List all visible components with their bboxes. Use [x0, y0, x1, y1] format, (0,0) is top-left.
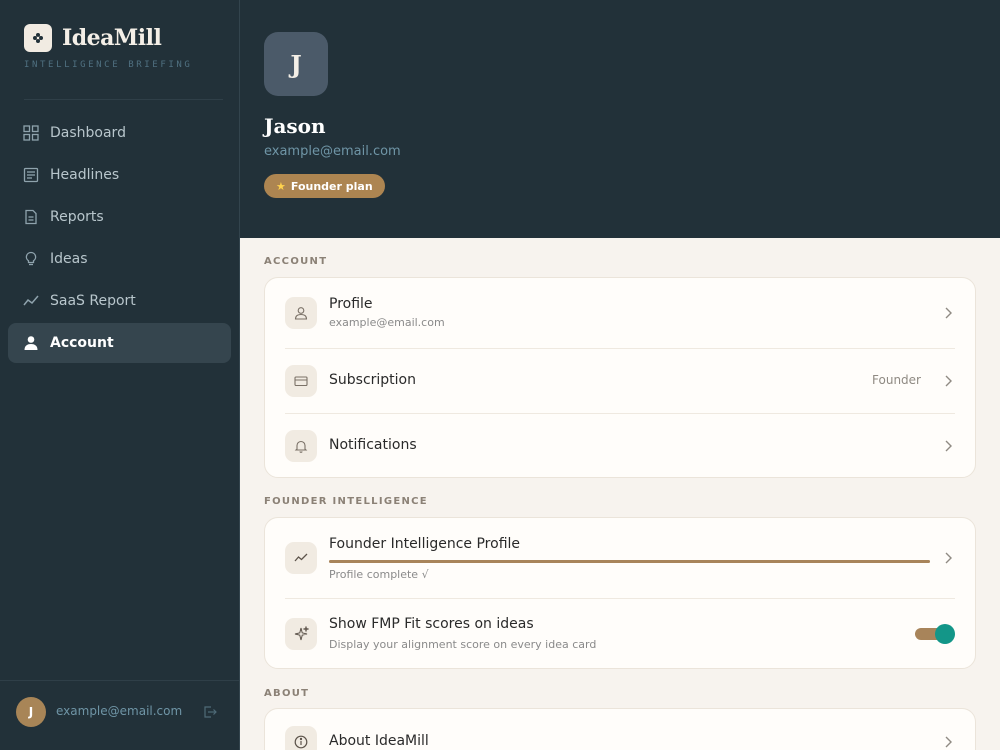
avatar[interactable]: J: [16, 697, 46, 727]
sidebar-item-label: Reports: [50, 209, 104, 225]
user-email: example@email.com: [264, 144, 401, 159]
progress-fill: [329, 560, 930, 563]
user-icon: [22, 334, 40, 352]
row-title: Show FMP Fit scores on ideas: [329, 616, 534, 632]
trend-icon: [22, 292, 40, 310]
row-subtitle: Profile complete √: [329, 568, 429, 581]
founder-card: Founder Intelligence Profile Profile com…: [264, 517, 976, 669]
plan-badge: ★ Founder plan: [264, 174, 385, 198]
chevron-right-icon: [945, 307, 952, 319]
sidebar-item-ideas[interactable]: Ideas: [8, 239, 231, 279]
sidebar-item-label: Account: [50, 335, 114, 351]
flower-icon: [24, 24, 52, 52]
row-title: Subscription: [329, 372, 416, 388]
subscription-row[interactable]: Subscription Founder: [265, 348, 975, 413]
row-title: Founder Intelligence Profile: [329, 536, 521, 552]
chevron-right-icon: [945, 736, 952, 748]
about-row[interactable]: About IdeaMill: [265, 709, 975, 750]
bell-icon: [285, 430, 317, 462]
subscription-value: Founder: [872, 373, 921, 387]
sidebar: IdeaMill INTELLIGENCE BRIEFING Dashboard…: [0, 0, 240, 750]
sidebar-item-headlines[interactable]: Headlines: [8, 155, 231, 195]
fmp-fit-toggle[interactable]: [915, 624, 955, 644]
notifications-row[interactable]: Notifications: [265, 413, 975, 477]
section-title-about: ABOUT: [264, 688, 310, 699]
sidebar-item-label: Ideas: [50, 251, 88, 267]
brand-name: IdeaMill: [62, 25, 162, 51]
credit-card-icon: [285, 365, 317, 397]
account-settings: ACCOUNT Profile example@email.com Subscr…: [240, 238, 1000, 750]
sidebar-nav: Dashboard Headlines Reports Ideas SaaS R…: [8, 113, 231, 365]
star-icon: ★: [276, 179, 286, 193]
section-title-founder: FOUNDER INTELLIGENCE: [264, 496, 428, 507]
newspaper-icon: [22, 166, 40, 184]
info-icon: [285, 726, 317, 750]
profile-row[interactable]: Profile example@email.com: [265, 278, 975, 348]
section-title-account: ACCOUNT: [264, 256, 328, 267]
user-name: Jason: [264, 114, 326, 138]
row-subtitle: example@email.com: [329, 316, 445, 329]
lightbulb-icon: [22, 250, 40, 268]
sidebar-item-saas-report[interactable]: SaaS Report: [8, 281, 231, 321]
brand[interactable]: IdeaMill: [24, 24, 162, 52]
chevron-right-icon: [945, 440, 952, 452]
document-icon: [22, 208, 40, 226]
sidebar-item-account[interactable]: Account: [8, 323, 231, 363]
sidebar-item-dashboard[interactable]: Dashboard: [8, 113, 231, 153]
row-title: About IdeaMill: [329, 733, 429, 749]
row-title: Profile: [329, 296, 373, 312]
row-title: Notifications: [329, 437, 417, 453]
sidebar-item-label: Headlines: [50, 167, 120, 183]
grid-icon: [22, 124, 40, 142]
sidebar-item-label: SaaS Report: [50, 293, 136, 309]
user-email: example@email.com: [56, 704, 183, 718]
sidebar-footer: J example@email.com: [0, 680, 239, 750]
about-card: About IdeaMill: [264, 708, 976, 750]
founder-profile-row[interactable]: Founder Intelligence Profile Profile com…: [265, 518, 975, 598]
avatar[interactable]: J: [264, 32, 328, 96]
brand-tagline: INTELLIGENCE BRIEFING: [24, 60, 193, 70]
account-card: Profile example@email.com Subscription F…: [264, 277, 976, 478]
toggle-knob: [935, 624, 955, 644]
trend-icon: [285, 542, 317, 574]
row-subtitle: Display your alignment score on every id…: [329, 638, 597, 651]
plan-badge-label: Founder plan: [290, 179, 373, 193]
sidebar-item-label: Dashboard: [50, 125, 126, 141]
sparkles-icon: [285, 618, 317, 650]
profile-header: J Jason example@email.com ★ Founder plan: [240, 0, 1000, 238]
sidebar-item-reports[interactable]: Reports: [8, 197, 231, 237]
divider: [24, 99, 223, 100]
logout-icon[interactable]: [203, 704, 219, 720]
user-outline-icon: [285, 297, 317, 329]
profile-progress-bar: [329, 560, 930, 563]
chevron-right-icon: [945, 375, 952, 387]
fmp-fit-row: Show FMP Fit scores on ideas Display you…: [265, 598, 975, 668]
chevron-right-icon: [945, 552, 952, 564]
